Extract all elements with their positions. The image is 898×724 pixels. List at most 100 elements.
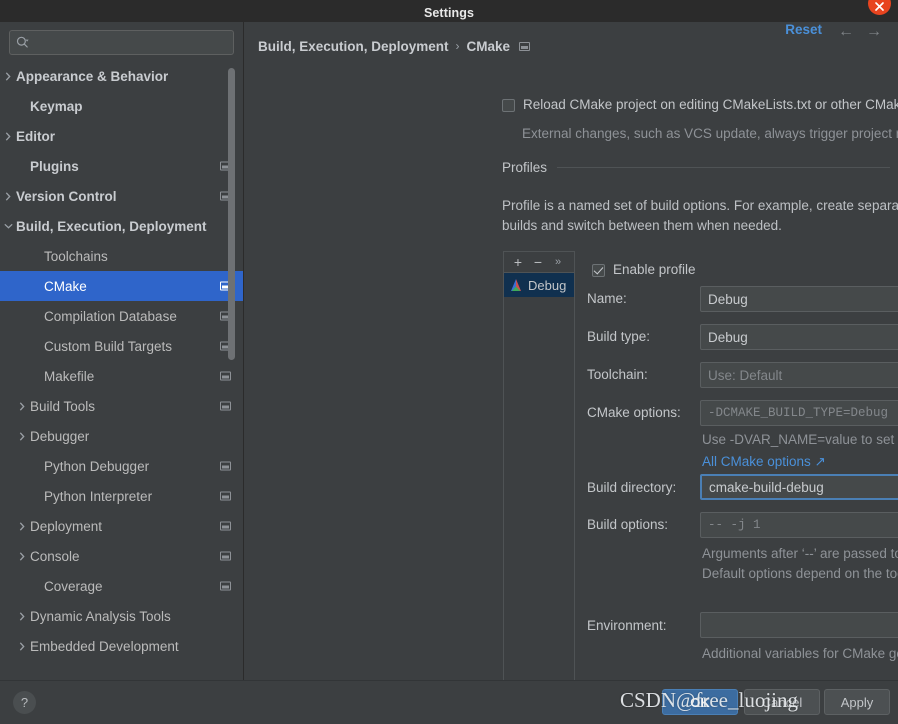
sidebar-item-debugger[interactable]: Debugger <box>0 421 243 451</box>
section-divider <box>557 167 890 168</box>
environment-input[interactable] <box>700 612 898 638</box>
chevron-right-icon[interactable] <box>0 71 16 81</box>
sidebar-item-console[interactable]: Console <box>0 541 243 571</box>
sidebar-item-plugins[interactable]: Plugins <box>0 151 243 181</box>
toolchain-label: Toolchain: <box>587 367 648 382</box>
chevron-right-icon[interactable] <box>0 191 16 201</box>
breadcrumb-separator: › <box>455 39 460 53</box>
environment-hint: Additional variables for CMake generatio… <box>702 646 898 661</box>
apply-button[interactable]: Apply <box>824 689 890 715</box>
settings-content: Build, Execution, Deployment › CMake Res… <box>244 22 898 680</box>
sidebar-item-dynamic-analysis-tools[interactable]: Dynamic Analysis Tools <box>0 601 243 631</box>
reset-link[interactable]: Reset <box>785 22 822 37</box>
sidebar-item-toolchains[interactable]: Toolchains <box>0 241 243 271</box>
sidebar-item-coverage[interactable]: Coverage <box>0 571 243 601</box>
chevron-right-icon[interactable] <box>14 521 30 531</box>
profiles-description: Profile is a named set of build options.… <box>502 198 898 233</box>
cmake-options-input[interactable]: -DCMAKE_BUILD_TYPE=Debug <box>700 400 898 426</box>
sidebar-item-label: Toolchains <box>44 248 108 264</box>
sidebar-scrollbar-thumb[interactable] <box>228 68 235 360</box>
build-directory-row: Build directory: cmake-build-debug <box>587 474 898 512</box>
close-glyph <box>875 2 884 11</box>
sidebar-item-build-tools[interactable]: Build Tools <box>0 391 243 421</box>
profile-list-item[interactable]: Debug <box>504 273 574 297</box>
profiles-section-title: Profiles <box>502 160 548 175</box>
build-directory-label: Build directory: <box>587 480 677 495</box>
sidebar-item-cmake[interactable]: CMake <box>0 271 243 301</box>
sidebar-item-label: CMake <box>44 278 87 294</box>
chevron-down-icon[interactable] <box>0 223 16 229</box>
breadcrumb-root[interactable]: Build, Execution, Deployment <box>258 39 449 54</box>
sidebar-item-compilation-database[interactable]: Compilation Database <box>0 301 243 331</box>
cmake-options-hint: Use -DVAR_NAME=value to set variables, -… <box>702 432 898 447</box>
sidebar-scrollbar[interactable] <box>228 68 235 668</box>
profile-form: Enable profile Name: Debug Build type: D… <box>587 260 898 666</box>
enable-profile-checkbox[interactable] <box>592 264 605 277</box>
toolchain-row: Toolchain: Use: Default Manage toolchain… <box>587 362 898 400</box>
help-button[interactable]: ? <box>13 691 36 714</box>
sidebar-item-makefile[interactable]: Makefile <box>0 361 243 391</box>
chevron-right-icon[interactable] <box>14 401 30 411</box>
build-options-input[interactable]: -- -j 1 <box>700 512 898 538</box>
sidebar-item-label: Plugins <box>30 158 79 174</box>
sidebar-item-deployment[interactable]: Deployment <box>0 511 243 541</box>
sidebar-item-appearance-behavior[interactable]: Appearance & Behavior <box>0 61 243 91</box>
environment-row: Environment: <box>587 612 898 642</box>
sidebar-item-label: Coverage <box>44 578 103 594</box>
cmake-options-label: CMake options: <box>587 405 681 420</box>
close-icon[interactable] <box>868 0 891 15</box>
chevron-right-icon[interactable] <box>14 611 30 621</box>
sidebar-item-label: Editor <box>16 128 55 144</box>
reload-note: External changes, such as VCS update, al… <box>522 126 898 141</box>
sidebar-item-keymap[interactable]: Keymap <box>0 91 243 121</box>
dialog-body: Appearance & Behavior Keymap Editor Plugins… <box>0 22 898 680</box>
build-options-label: Build options: <box>587 517 669 532</box>
build-type-label: Build type: <box>587 329 651 344</box>
chevron-right-icon[interactable] <box>14 551 30 561</box>
breadcrumb-leaf: CMake <box>466 38 511 54</box>
sidebar-item-label: Custom Build Targets <box>44 338 173 354</box>
toolchain-combo[interactable]: Use: Default <box>700 362 898 388</box>
sidebar-item-label: Debugger <box>30 428 90 444</box>
add-profile-button[interactable]: + <box>509 254 527 271</box>
chevron-right-icon[interactable] <box>0 131 16 141</box>
breadcrumb: Build, Execution, Deployment › CMake <box>258 36 898 56</box>
sidebar-item-embedded-development[interactable]: Embedded Development <box>0 631 243 661</box>
build-directory-input[interactable]: cmake-build-debug <box>700 474 898 500</box>
sidebar-item-custom-build-targets[interactable]: Custom Build Targets <box>0 331 243 361</box>
name-row: Name: Debug <box>587 286 898 324</box>
settings-tree: Appearance & Behavior Keymap Editor Plugins… <box>0 61 243 661</box>
sidebar-item-version-control[interactable]: Version Control <box>0 181 243 211</box>
cancel-button[interactable]: Cancel <box>744 689 820 715</box>
reload-checkbox[interactable] <box>502 99 515 112</box>
build-type-value: Debug <box>708 329 748 345</box>
sidebar-item-python-debugger[interactable]: Python Debugger <box>0 451 243 481</box>
search-box[interactable] <box>9 30 234 55</box>
more-options-button[interactable]: » <box>549 254 567 271</box>
nav-forward-icon[interactable]: → <box>866 23 882 41</box>
cmake-options-hint-row: Use -DVAR_NAME=value to set variables, -… <box>587 426 898 474</box>
chevron-right-icon[interactable] <box>14 431 30 441</box>
remove-profile-button[interactable]: − <box>529 254 547 271</box>
enable-profile-row[interactable]: Enable profile <box>587 260 898 286</box>
nav-back-icon[interactable]: ← <box>838 23 854 41</box>
sidebar-item-build-execution-deployment[interactable]: Build, Execution, Deployment <box>0 211 243 241</box>
profiles-list[interactable]: Debug <box>503 272 575 680</box>
name-input[interactable]: Debug <box>700 286 898 312</box>
sidebar-item-label: Keymap <box>30 98 83 114</box>
reload-checkbox-row[interactable]: Reload CMake project on editing CMakeLis… <box>502 97 898 112</box>
sidebar-item-label: Deployment <box>30 518 103 534</box>
chevron-right-icon[interactable] <box>14 641 30 651</box>
search-icon <box>16 36 29 48</box>
build-type-combo[interactable]: Debug <box>700 324 898 350</box>
settings-sidebar: Appearance & Behavior Keymap Editor Plugins… <box>0 22 244 680</box>
all-cmake-options-link[interactable]: All CMake options ↗ <box>702 454 826 470</box>
sidebar-item-label: Embedded Development <box>30 638 179 654</box>
search-input[interactable] <box>33 34 227 51</box>
environment-label: Environment: <box>587 618 667 633</box>
ok-button[interactable]: OK <box>662 689 738 715</box>
sidebar-item-label: Version Control <box>16 188 117 204</box>
sidebar-item-python-interpreter[interactable]: Python Interpreter <box>0 481 243 511</box>
sidebar-item-label: Console <box>30 548 80 564</box>
sidebar-item-editor[interactable]: Editor <box>0 121 243 151</box>
